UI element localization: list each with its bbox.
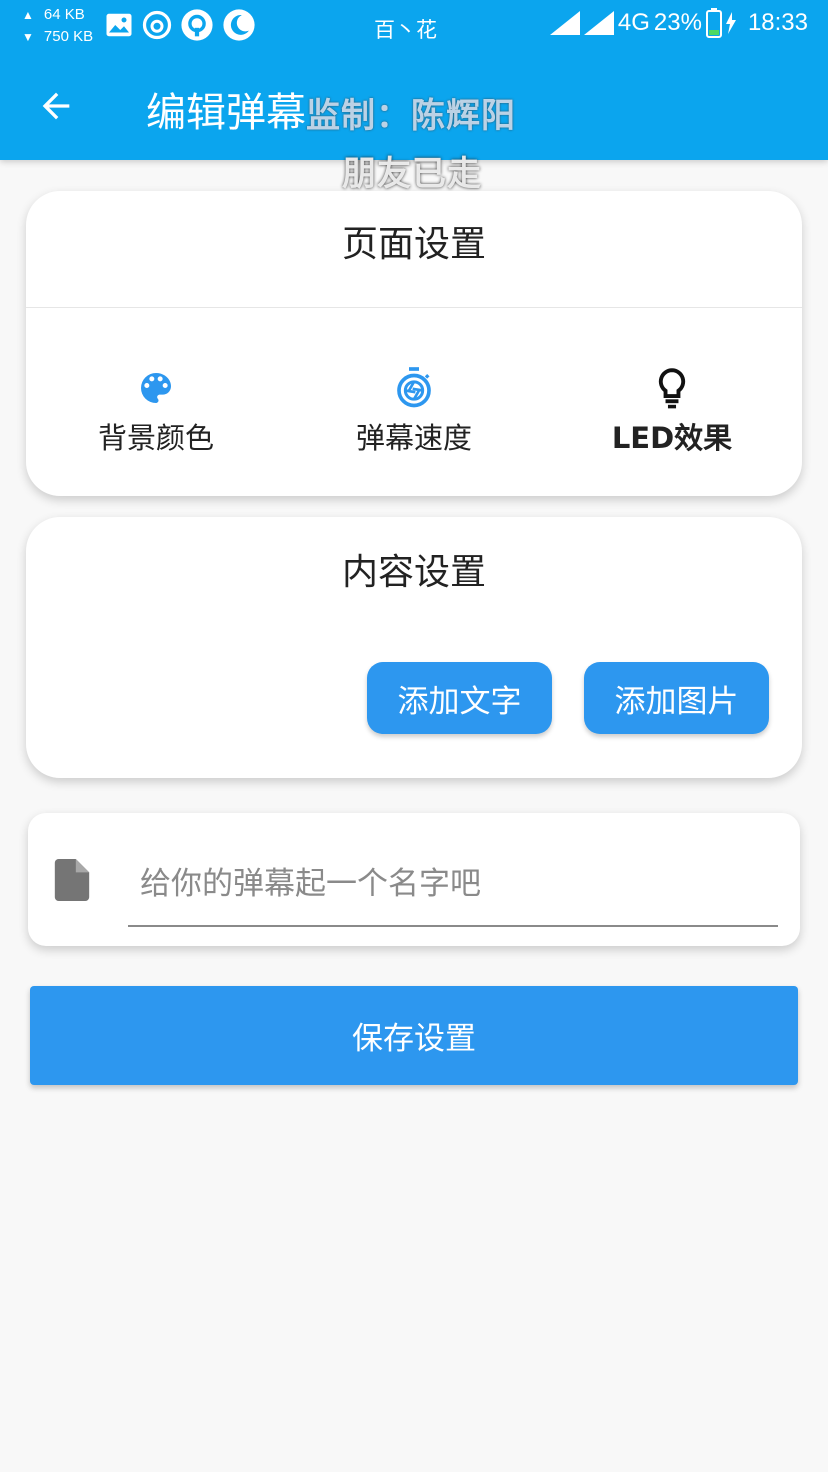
background-color-label: 背景颜色 [97, 421, 214, 455]
upload-arrow-icon: ▲ [22, 8, 34, 22]
upload-speed: 64 KB [43, 6, 85, 23]
shutter-timer-icon [397, 367, 431, 408]
lightbulb-icon [658, 368, 686, 409]
page-settings-title: 页面设置 [341, 224, 486, 265]
danmaku-name-input[interactable] [128, 843, 778, 927]
back-button[interactable] [32, 82, 80, 130]
add-text-button[interactable]: 添加文字 [367, 662, 552, 734]
charging-icon [725, 12, 736, 34]
content-settings-title: 内容设置 [341, 552, 486, 593]
content-settings-card: 内容设置 添加文字 添加图片 [26, 517, 802, 778]
lyric-overlay-line1: 监制：陈辉阳 [306, 96, 516, 136]
download-speed: 750 KB [43, 28, 94, 45]
save-settings-button[interactable]: 保存设置 [30, 986, 798, 1085]
lyric-overlay-line2: 朋友已走 [342, 154, 482, 194]
scroll-speed-option[interactable]: 弹幕速度 [284, 367, 544, 457]
moon-icon [223, 9, 255, 41]
network-type: 4G [617, 9, 650, 36]
status-right: 4G 23% 18:33 [549, 8, 808, 38]
signal-icon-2 [583, 11, 614, 35]
background-color-option[interactable]: 背景颜色 [26, 367, 286, 457]
battery-icon [705, 8, 722, 38]
arrow-back-icon [42, 92, 70, 120]
scroll-speed-label: 弹幕速度 [355, 421, 472, 455]
notification-icons [104, 8, 256, 42]
app-notification-icon [181, 9, 213, 41]
led-effect-option[interactable]: LED效果 [542, 367, 802, 457]
led-effect-label: LED效果 [611, 421, 733, 455]
add-image-button[interactable]: 添加图片 [584, 662, 769, 734]
status-bar: ▲ 64 KB ▼ 750 KB 百丶花 4G 23% 18:33 [0, 0, 828, 52]
download-arrow-icon: ▼ [22, 30, 34, 44]
divider [26, 307, 802, 308]
name-input-card [28, 813, 800, 946]
palette-icon [141, 373, 171, 403]
carrier-name: 百丶花 [374, 18, 437, 42]
clock: 18:33 [747, 9, 808, 36]
signal-icon [549, 11, 580, 35]
network-speed: ▲ 64 KB ▼ 750 KB [22, 4, 93, 48]
battery-percent: 23% [653, 9, 702, 36]
page-settings-card: 页面设置 背景颜色 弹幕速度 LED效果 [26, 191, 802, 496]
image-icon [106, 13, 132, 37]
netease-music-icon [142, 10, 172, 40]
file-icon [54, 859, 90, 901]
page-title: 编辑弹幕 [146, 90, 306, 136]
